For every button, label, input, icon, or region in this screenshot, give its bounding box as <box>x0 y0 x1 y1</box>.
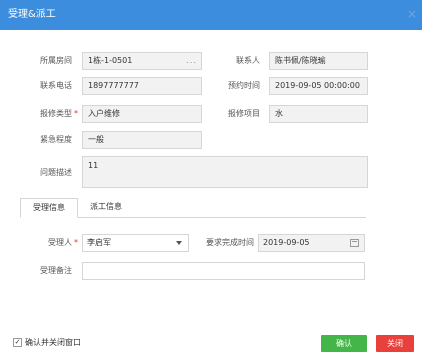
phone-value: 1897777777 <box>88 81 139 90</box>
close-icon[interactable]: × <box>406 8 418 20</box>
handler-label: 受理人 * <box>20 238 78 248</box>
confirm-button[interactable]: 确认 <box>321 335 367 352</box>
description-label: 问题描述 <box>40 168 72 177</box>
appointment-field: 2019-09-05 00:00:00 <box>269 77 368 95</box>
tab-bar: 受理信息 派工信息 <box>20 198 366 218</box>
confirm-close-checkbox[interactable]: ✓ <box>13 338 22 347</box>
contact-field: 陈书佩/陈晓瑜 <box>269 52 368 70</box>
description-field: 11 <box>82 156 368 188</box>
urgency-value: 一般 <box>88 135 104 144</box>
dialog-footer: ✓ 确认并关闭窗口 确认 关闭 <box>0 335 422 353</box>
close-button[interactable]: 关闭 <box>376 335 414 352</box>
room-field[interactable]: 1栋-1-0501 ... <box>82 52 202 70</box>
room-value: 1栋-1-0501 <box>88 56 133 65</box>
tab-accept-info[interactable]: 受理信息 <box>20 198 78 218</box>
repair-item-field: 水 <box>269 105 368 123</box>
phone-label: 联系电话 <box>40 81 72 90</box>
description-value: 11 <box>88 161 99 170</box>
chevron-down-icon <box>176 241 182 245</box>
appointment-value: 2019-09-05 00:00:00 <box>275 81 360 90</box>
confirm-close-label: 确认并关闭窗口 <box>25 338 81 347</box>
repair-type-label: 报修类型 * <box>20 109 78 119</box>
deadline-label: 要求完成时间 <box>206 238 254 247</box>
tab-dispatch-info[interactable]: 派工信息 <box>78 198 134 218</box>
contact-label: 联系人 <box>236 56 260 65</box>
urgency-label: 紧急程度 <box>40 135 72 144</box>
calendar-icon[interactable] <box>350 239 359 247</box>
handler-label-text: 受理人 <box>48 238 72 247</box>
phone-field: 1897777777 <box>82 77 202 95</box>
deadline-value: 2019-09-05 <box>263 238 310 247</box>
repair-type-value: 入户维修 <box>88 109 120 118</box>
repair-type-label-text: 报修类型 <box>40 109 72 118</box>
repair-item-label: 报修项目 <box>228 109 260 118</box>
required-mark: * <box>74 109 78 118</box>
dialog-titlebar: 受理&派工 × <box>0 0 422 30</box>
urgency-field: 一般 <box>82 131 202 149</box>
repair-type-field: 入户维修 <box>82 105 202 123</box>
contact-value: 陈书佩/陈晓瑜 <box>275 56 326 65</box>
handler-value: 李启军 <box>87 238 111 247</box>
handler-select[interactable]: 李启军 <box>82 234 189 252</box>
dialog-title: 受理&派工 <box>8 9 56 20</box>
appointment-label: 预约时间 <box>228 81 260 90</box>
remark-label: 受理备注 <box>40 266 72 275</box>
required-mark: * <box>74 238 78 247</box>
remark-input[interactable] <box>82 262 365 280</box>
repair-item-value: 水 <box>275 109 283 118</box>
deadline-field[interactable]: 2019-09-05 <box>258 234 365 252</box>
more-icon[interactable]: ... <box>186 53 197 69</box>
room-label: 所属房间 <box>40 56 72 65</box>
